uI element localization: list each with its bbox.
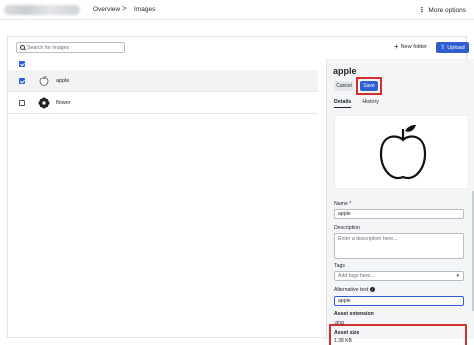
- tags-label: Tags: [334, 263, 345, 269]
- tags-placeholder: Add tags here...: [338, 273, 375, 279]
- row-checkbox[interactable]: [19, 100, 25, 106]
- name-label: Name *: [334, 201, 352, 207]
- search-placeholder: Search for images: [27, 44, 70, 51]
- extension-label: Asset extension: [334, 311, 374, 317]
- blurred-logo: [4, 5, 80, 15]
- tags-select[interactable]: Add tags here... ▾: [334, 271, 464, 281]
- apple-icon: [379, 124, 427, 180]
- image-preview: [334, 115, 469, 189]
- upload-button[interactable]: ⇧ Upload: [436, 42, 469, 53]
- images-card: Search for images + New folder ⇧ Upload …: [7, 36, 474, 345]
- cancel-button[interactable]: Cancel: [334, 81, 354, 91]
- detail-tabs: Details History: [334, 99, 379, 108]
- description-label: Description: [334, 225, 360, 231]
- list-item[interactable]: apple: [8, 70, 318, 92]
- detail-panel: apple Cancel Save Details History Name *…: [326, 59, 474, 345]
- list-item[interactable]: flower: [8, 92, 318, 114]
- extension-value: .png: [334, 320, 344, 326]
- size-label: Asset size: [334, 330, 360, 336]
- image-list: apple flower: [8, 59, 318, 339]
- item-name: apple: [56, 78, 70, 84]
- kebab-icon: ⋮: [418, 7, 425, 14]
- item-name: flower: [56, 100, 71, 106]
- upload-icon: ⇧: [440, 45, 446, 51]
- upload-label: Upload: [447, 44, 465, 51]
- size-value: 1.38 KB: [334, 338, 352, 344]
- detail-title: apple: [333, 66, 357, 76]
- top-bar: Overview > Images ⋮ More options: [0, 0, 474, 20]
- tab-history[interactable]: History: [362, 99, 378, 108]
- save-button[interactable]: Save: [360, 81, 378, 91]
- select-all-checkbox[interactable]: [19, 61, 25, 67]
- chevron-down-icon: ▾: [456, 273, 459, 279]
- alt-text-label: Alternative text i: [334, 287, 376, 293]
- flower-icon: [38, 97, 50, 109]
- info-icon: i: [370, 287, 376, 292]
- card-toolbar: Search for images + New folder ⇧ Upload: [8, 37, 469, 59]
- breadcrumb-overview[interactable]: Overview: [93, 6, 120, 13]
- search-input[interactable]: Search for images: [16, 42, 125, 53]
- name-field[interactable]: apple: [334, 209, 464, 219]
- apple-icon: [39, 76, 49, 86]
- new-folder-label: New folder: [400, 44, 427, 50]
- new-folder-button[interactable]: + New folder: [394, 42, 427, 51]
- detail-scroll-area: Name * apple Description Enter a descrip…: [327, 111, 474, 345]
- alt-text-field[interactable]: apple: [334, 296, 464, 306]
- alt-text-label-text: Alternative text: [334, 287, 369, 293]
- plus-icon: +: [394, 42, 399, 51]
- more-options-button[interactable]: ⋮ More options: [418, 6, 466, 15]
- search-icon: [20, 45, 25, 50]
- description-field[interactable]: Enter a description here...: [334, 233, 464, 259]
- row-checkbox[interactable]: [19, 78, 25, 84]
- breadcrumb-separator-icon: >: [122, 4, 127, 13]
- breadcrumb-images: Images: [134, 6, 156, 13]
- more-options-label: More options: [428, 6, 466, 14]
- tab-details[interactable]: Details: [334, 99, 352, 108]
